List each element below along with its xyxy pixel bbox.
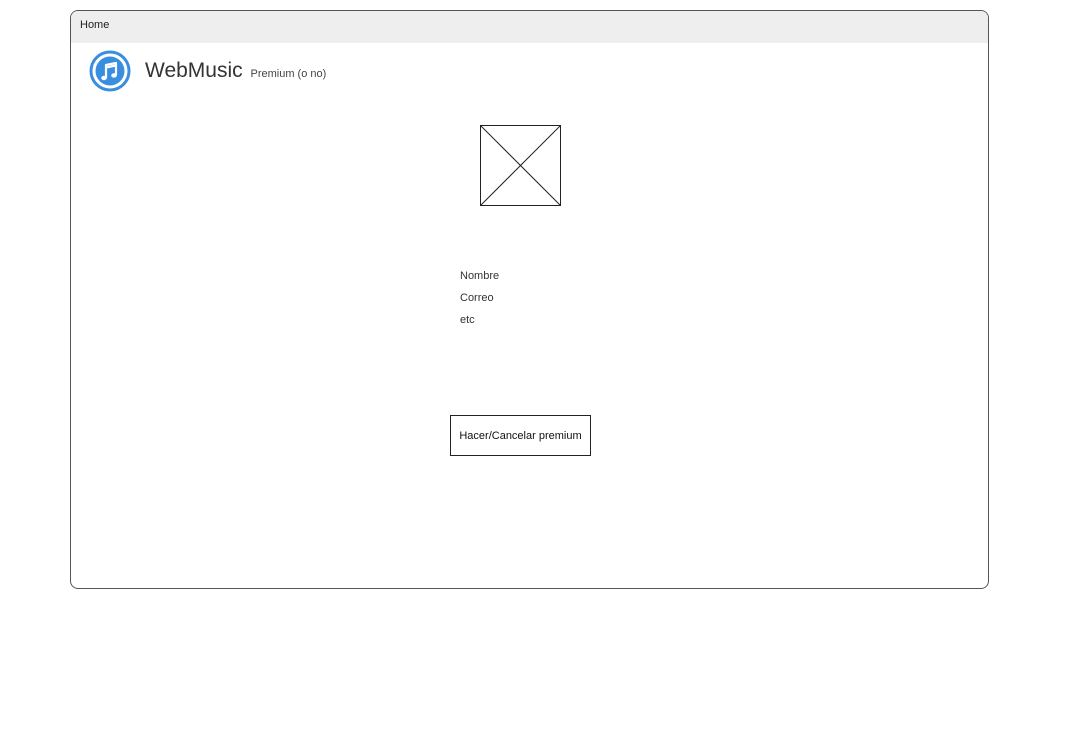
music-note-icon — [89, 50, 131, 92]
profile-info: Nombre Correo etc — [460, 269, 499, 335]
tab-bar: Home — [71, 11, 988, 43]
premium-toggle-button[interactable]: Hacer/Cancelar premium — [450, 415, 591, 456]
field-nombre: Nombre — [460, 270, 500, 282]
premium-status: Premium (o no) — [250, 68, 327, 80]
app-window: Home WebMusic Premium (o no) Nombre Corr… — [70, 10, 989, 589]
tab-home[interactable]: Home — [80, 19, 109, 31]
image-placeholder-icon — [480, 125, 561, 206]
field-correo: Correo — [460, 292, 494, 304]
app-name: WebMusic — [145, 59, 243, 82]
app-title: WebMusic Premium (o no) — [145, 59, 326, 83]
field-etc: etc — [460, 314, 475, 326]
